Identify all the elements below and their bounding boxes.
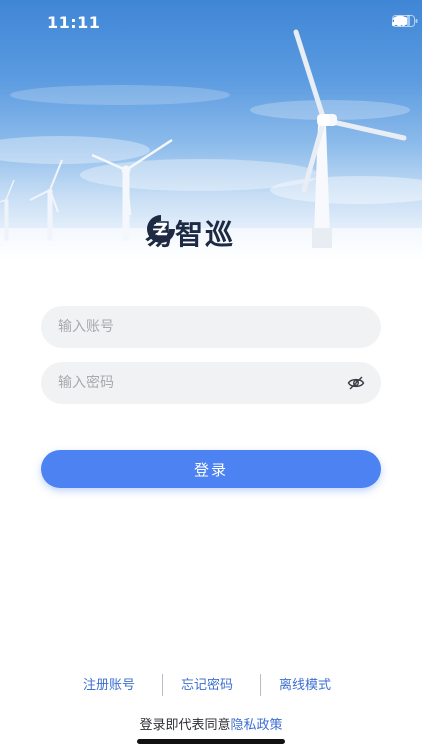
status-bar: 11:11: [0, 0, 422, 44]
privacy-agreement: 登录即代表同意隐私政策: [0, 714, 422, 733]
privacy-policy-link[interactable]: 隐私政策: [231, 718, 283, 733]
login-button[interactable]: 登录: [41, 450, 381, 488]
password-input[interactable]: [58, 362, 338, 404]
register-link[interactable]: 注册账号: [83, 674, 135, 693]
agreement-text: 登录即代表同意: [139, 718, 231, 733]
account-field[interactable]: [41, 306, 381, 348]
eye-hidden-icon[interactable]: [347, 375, 365, 391]
bottom-links: 注册账号 忘记密码 离线模式: [0, 674, 422, 696]
account-input[interactable]: [58, 306, 338, 348]
z-logo-icon: [147, 215, 175, 243]
brand-logo: 易智巡: [145, 213, 235, 253]
status-time: 11:11: [47, 13, 101, 32]
offline-mode-link[interactable]: 离线模式: [279, 674, 331, 693]
forgot-password-link[interactable]: 忘记密码: [181, 674, 233, 693]
password-field[interactable]: [41, 362, 381, 404]
link-divider: [260, 674, 261, 696]
hero-banner: 11:11 易智巡: [0, 0, 422, 262]
home-indicator[interactable]: [137, 739, 285, 744]
link-divider: [162, 674, 163, 696]
battery-icon: [392, 15, 418, 27]
